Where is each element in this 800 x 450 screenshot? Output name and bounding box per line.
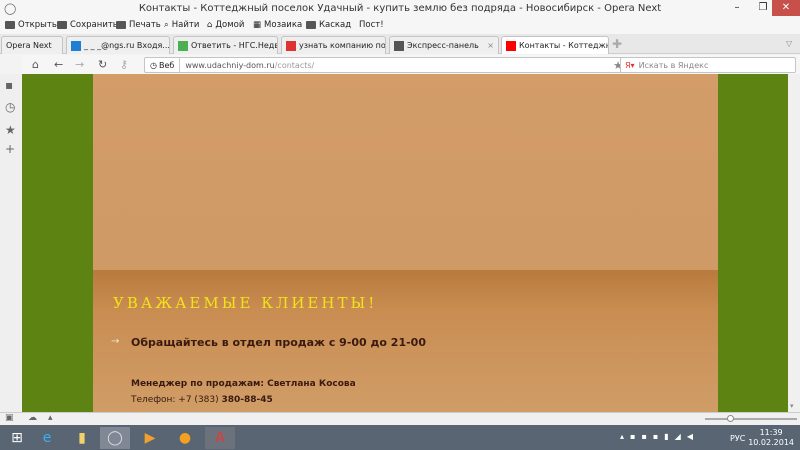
cascade-button[interactable]: Каскад (306, 20, 351, 30)
print-label: Печать (129, 20, 161, 30)
open-label: Открыть (18, 20, 57, 30)
turbo-icon[interactable]: ☁ (28, 413, 37, 423)
status-bar: ▣ ☁ ▴ (0, 412, 800, 425)
yandex-icon: Я▾ (625, 60, 635, 70)
search-field[interactable]: Я▾ Искать в Яндекс (620, 57, 796, 73)
printer-icon (116, 21, 126, 29)
mail-icon (71, 40, 81, 51)
tray-icons[interactable]: ▴▪▪▪▮◢◀ (620, 432, 699, 441)
tab-label: _ _ _@ngs.ru Входя... (84, 41, 170, 50)
bookmarks-star-icon[interactable]: ★ (5, 123, 16, 137)
tab-ngs[interactable]: Ответить - НГС.Недви...× (173, 36, 278, 54)
tab-label: узнать компанию по ... (299, 41, 386, 50)
phone-line: Телефон: +7 (383) 380-88-45 (131, 395, 273, 405)
home-icon: ⌂ (207, 20, 213, 30)
home-icon[interactable]: ⌂ (32, 58, 39, 71)
phone-label: Телефон: +7 (383) (131, 395, 222, 405)
save-button[interactable]: Сохранить (57, 20, 118, 30)
minimize-button[interactable]: – (724, 0, 750, 16)
save-label: Сохранить (70, 20, 118, 30)
tab-speed-dial[interactable]: Экспресс-панель × (389, 36, 499, 54)
grid-icon: ▦ (253, 20, 262, 30)
zoom-slider[interactable] (705, 415, 797, 422)
home-button[interactable]: ⌂ Домой (207, 20, 244, 30)
exclamation-icon (506, 40, 516, 51)
page-scrollbar[interactable]: ▾ (788, 74, 800, 412)
sales-hours: Обращайтесь в отдел продаж с 9-00 до 21-… (131, 336, 426, 349)
search-icon: ⌕ (164, 20, 169, 30)
url-path: /contacts/ (274, 60, 315, 70)
cascade-icon (306, 21, 316, 29)
print-button[interactable]: Печать (116, 20, 161, 30)
grid-icon (394, 40, 404, 51)
web-page: УВАЖАЕМЫЕ КЛИЕНТЫ! → Обращайтесь в отдел… (22, 74, 788, 412)
post-button[interactable]: Пост! (359, 20, 384, 30)
new-tab-button[interactable]: ✚ (612, 37, 622, 51)
tab-mail[interactable]: _ _ _@ngs.ru Входя...× (66, 36, 170, 54)
acrobat-icon[interactable]: A (205, 427, 235, 449)
start-windows-icon[interactable]: ⊞ (2, 427, 32, 449)
tab-label: Контакты - Коттеджн... (519, 41, 609, 50)
file-explorer-icon[interactable]: ▮ (67, 427, 97, 449)
tab-contacts[interactable]: Контакты - Коттеджн...× (501, 36, 609, 54)
phone-number: 380-88-45 (221, 395, 273, 405)
notes-icon[interactable]: ▪ (5, 78, 13, 92)
tile-label: Мозаика (264, 20, 303, 30)
menu-toolbar: Открыть Сохранить Печать ⌕ Найти ⌂ Домой ▦… (0, 18, 800, 34)
app-orange-icon[interactable]: ● (170, 427, 200, 449)
opera-taskbar-icon[interactable]: ◯ (100, 427, 130, 449)
page-content: УВАЖАЕМЫЕ КЛИЕНТЫ! → Обращайтесь в отдел… (93, 74, 718, 412)
find-button[interactable]: ⌕ Найти (164, 20, 199, 30)
title-bar: ◯ Контакты - Коттеджный поселок Удачный … (0, 0, 800, 18)
close-tab-icon[interactable]: × (487, 41, 494, 50)
web-badge-label: Веб (158, 60, 175, 70)
globe-icon: ◷ (150, 60, 157, 70)
forward-button[interactable]: → (75, 58, 84, 71)
open-button[interactable]: Открыть (5, 20, 57, 30)
add-panel-icon[interactable]: + (5, 142, 15, 156)
house-icon (178, 40, 188, 51)
history-icon[interactable]: ◷ (5, 100, 15, 114)
tile-button[interactable]: ▦ Мозаика (253, 20, 302, 30)
url-host: www.udachniy-dom.ru (185, 60, 275, 70)
yandex-icon (286, 40, 296, 51)
close-button[interactable]: ✕ (772, 0, 800, 16)
internet-explorer-icon[interactable]: e (32, 427, 62, 449)
home-label: Домой (215, 20, 245, 30)
clock[interactable]: 11:39 10.02.2014 (748, 428, 794, 448)
cascade-label: Каскад (319, 20, 352, 30)
zoom-slider-handle[interactable] (727, 415, 734, 422)
tab-label: Ответить - НГС.Недви... (191, 41, 277, 50)
address-field[interactable]: ◷ Веб www.udachniy-dom.ru/contacts/ ★ (144, 57, 628, 73)
tab-list-button[interactable]: ▽ (786, 39, 792, 48)
post-label: Пост! (359, 20, 384, 30)
window-title: Контакты - Коттеджный поселок Удачный - … (138, 3, 662, 14)
taskbar: ⊞ e ▮ ◯ ▶ ● A ▴▪▪▪▮◢◀ РУС 11:39 10.02.201… (0, 425, 800, 450)
clock-time: 11:39 (759, 428, 783, 437)
media-player-icon[interactable]: ▶ (135, 427, 165, 449)
panel-toggle-icon[interactable]: ▣ (5, 413, 14, 423)
language-indicator[interactable]: РУС (730, 434, 745, 443)
save-icon (57, 21, 67, 29)
page-heading: УВАЖАЕМЫЕ КЛИЕНТЫ! (113, 294, 378, 312)
lock-icon[interactable]: ▴ (48, 413, 53, 423)
clock-date: 10.02.2014 (748, 438, 794, 447)
scroll-down-icon[interactable]: ▾ (790, 402, 794, 410)
sidebar-panel: ▪ ◷ ★ + (0, 74, 22, 412)
tab-bar: Opera Next _ _ _@ngs.ru Входя...× Ответи… (0, 34, 800, 54)
arrow-bullet-icon: → (111, 336, 120, 347)
back-button[interactable]: ← (54, 58, 63, 71)
opera-menu-label: Opera Next (6, 41, 52, 50)
web-badge[interactable]: ◷ Веб (145, 58, 181, 72)
key-icon[interactable]: ⚷ (120, 58, 128, 71)
address-toolbar: ⌂ ← → ↻ ⚷ ◷ Веб www.udachniy-dom.ru/conta… (22, 55, 800, 75)
search-placeholder: Искать в Яндекс (638, 60, 709, 70)
tab-yandex[interactable]: узнать компанию по ...× (281, 36, 386, 54)
opera-menu-button[interactable]: Opera Next (1, 36, 63, 54)
find-label: Найти (171, 20, 200, 30)
tab-label: Экспресс-панель (407, 41, 479, 50)
manager-name: Менеджер по продажам: Светлана Косова (131, 379, 356, 389)
reload-button[interactable]: ↻ (98, 58, 107, 71)
folder-icon (5, 21, 15, 29)
